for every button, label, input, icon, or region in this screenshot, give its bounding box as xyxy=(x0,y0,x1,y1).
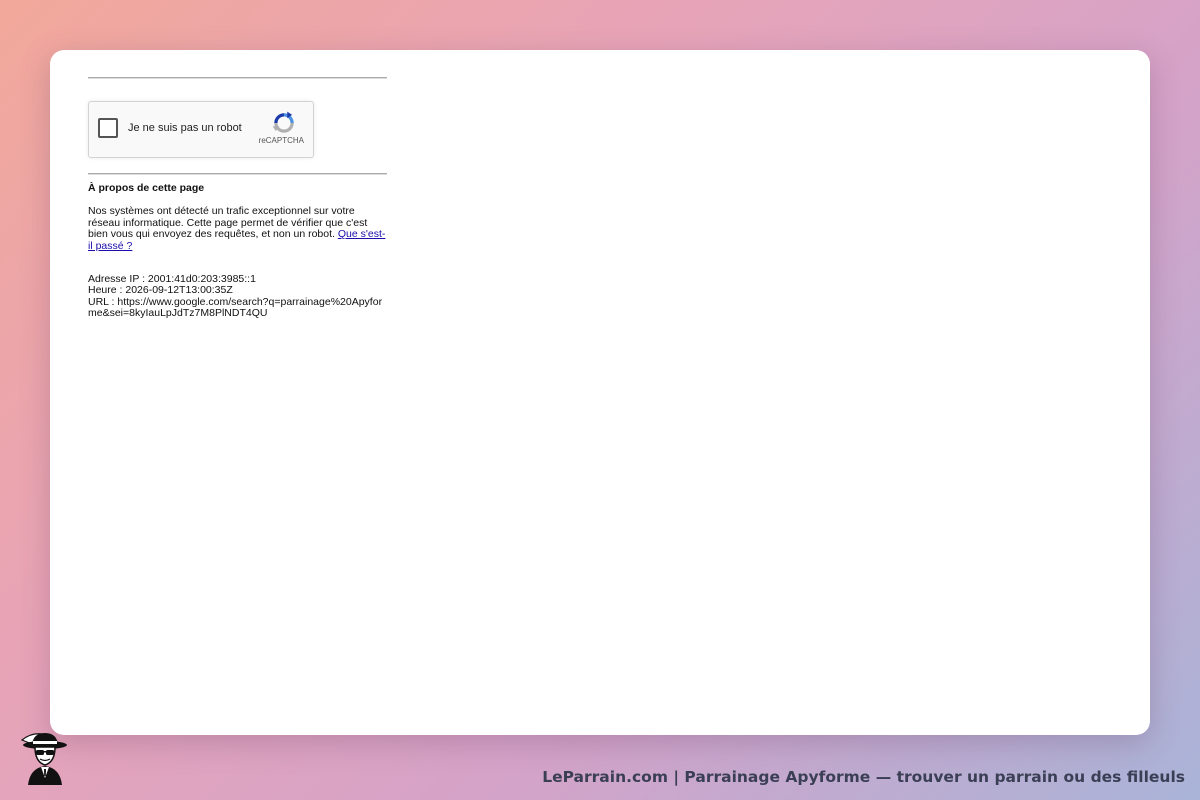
captcha-label: Je ne suis pas un robot xyxy=(128,122,242,134)
captcha-page: Je ne suis pas un robot reCAPTCHA À prop… xyxy=(88,77,388,319)
request-meta: Adresse IP : 2001:41d0:203:3985::1 Heure… xyxy=(88,273,388,319)
recaptcha-brand: reCAPTCHA xyxy=(258,136,304,145)
request-url: URL : https://www.google.com/search?q=pa… xyxy=(88,295,383,319)
mascot-gangster-icon xyxy=(20,733,67,785)
recaptcha-logo-icon xyxy=(272,111,294,133)
footer-caption: LeParrain.com | Parrainage Apyforme — tr… xyxy=(542,768,1185,786)
about-text: Nos systèmes ont détecté un trafic excep… xyxy=(88,205,388,252)
about-description: Nos systèmes ont détecté un trafic excep… xyxy=(88,205,368,240)
recaptcha-widget: Je ne suis pas un robot reCAPTCHA xyxy=(88,101,314,158)
timestamp: Heure : 2026-09-12T13:00:35Z xyxy=(88,284,233,297)
captcha-checkbox[interactable] xyxy=(98,118,118,138)
browser-card: Je ne suis pas un robot reCAPTCHA À prop… xyxy=(50,50,1150,735)
top-divider xyxy=(88,77,387,79)
middle-divider xyxy=(88,173,387,175)
about-title: À propos de cette page xyxy=(88,182,205,194)
